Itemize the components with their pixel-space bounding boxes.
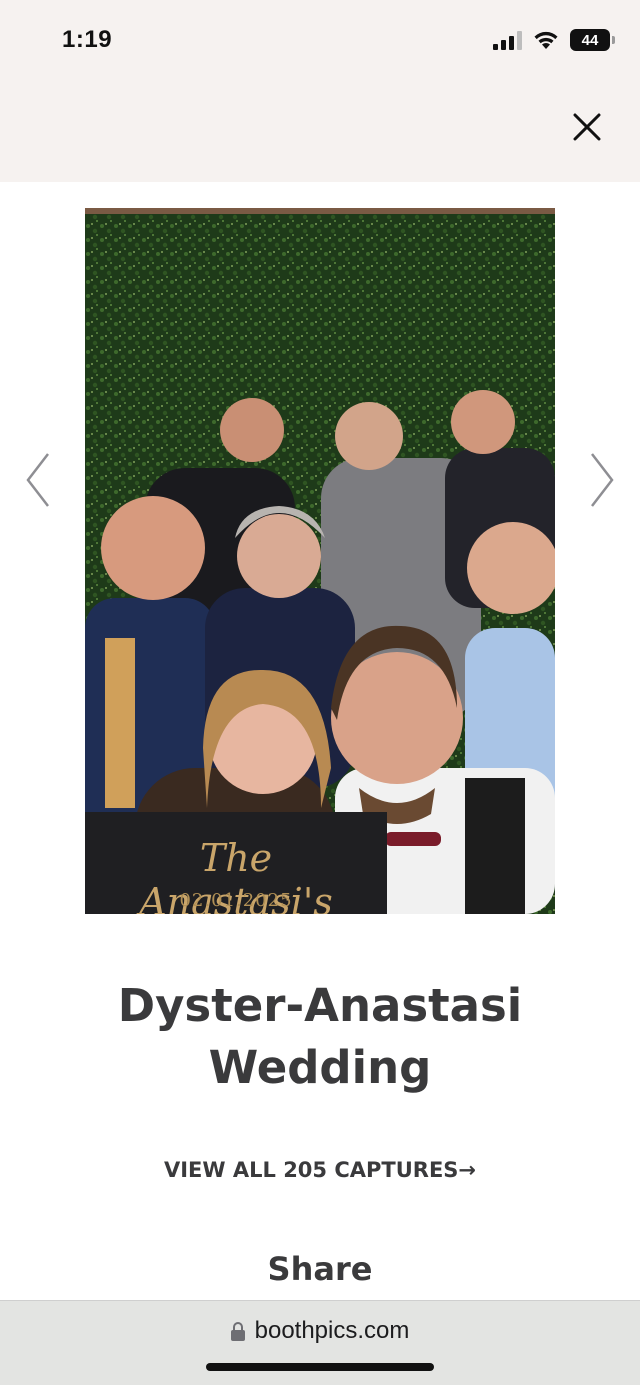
status-time: 1:19 [62,26,113,53]
signal-icon [493,30,522,50]
event-title: Dyster-Anastasi Wedding [117,979,523,1094]
url-text: boothpics.com [254,1317,410,1344]
status-bar: 1:19 44 [0,0,640,80]
home-indicator[interactable] [206,1363,434,1371]
battery-icon: 44 [570,29,615,51]
status-icons: 44 [493,28,615,52]
browser-url-bar: boothpics.com [0,1300,640,1385]
chevron-left-icon[interactable] [24,452,54,508]
wifi-icon [534,31,558,49]
banner-date: 02.01.2025 [179,890,293,911]
group-photo-image [85,208,555,914]
url-field[interactable]: boothpics.com [0,1317,640,1345]
modal-header [0,80,640,182]
lock-icon [230,1322,245,1341]
share-heading: Share [267,1250,373,1288]
chevron-right-icon[interactable] [586,452,616,508]
view-all-captures-link[interactable]: VIEW ALL 205 CAPTURES→ [0,1158,640,1182]
close-icon[interactable] [570,110,604,144]
photo-banner: The Anastasi's 02.01.2025 [85,812,387,914]
capture-photo[interactable]: The Anastasi's 02.01.2025 [85,208,555,914]
